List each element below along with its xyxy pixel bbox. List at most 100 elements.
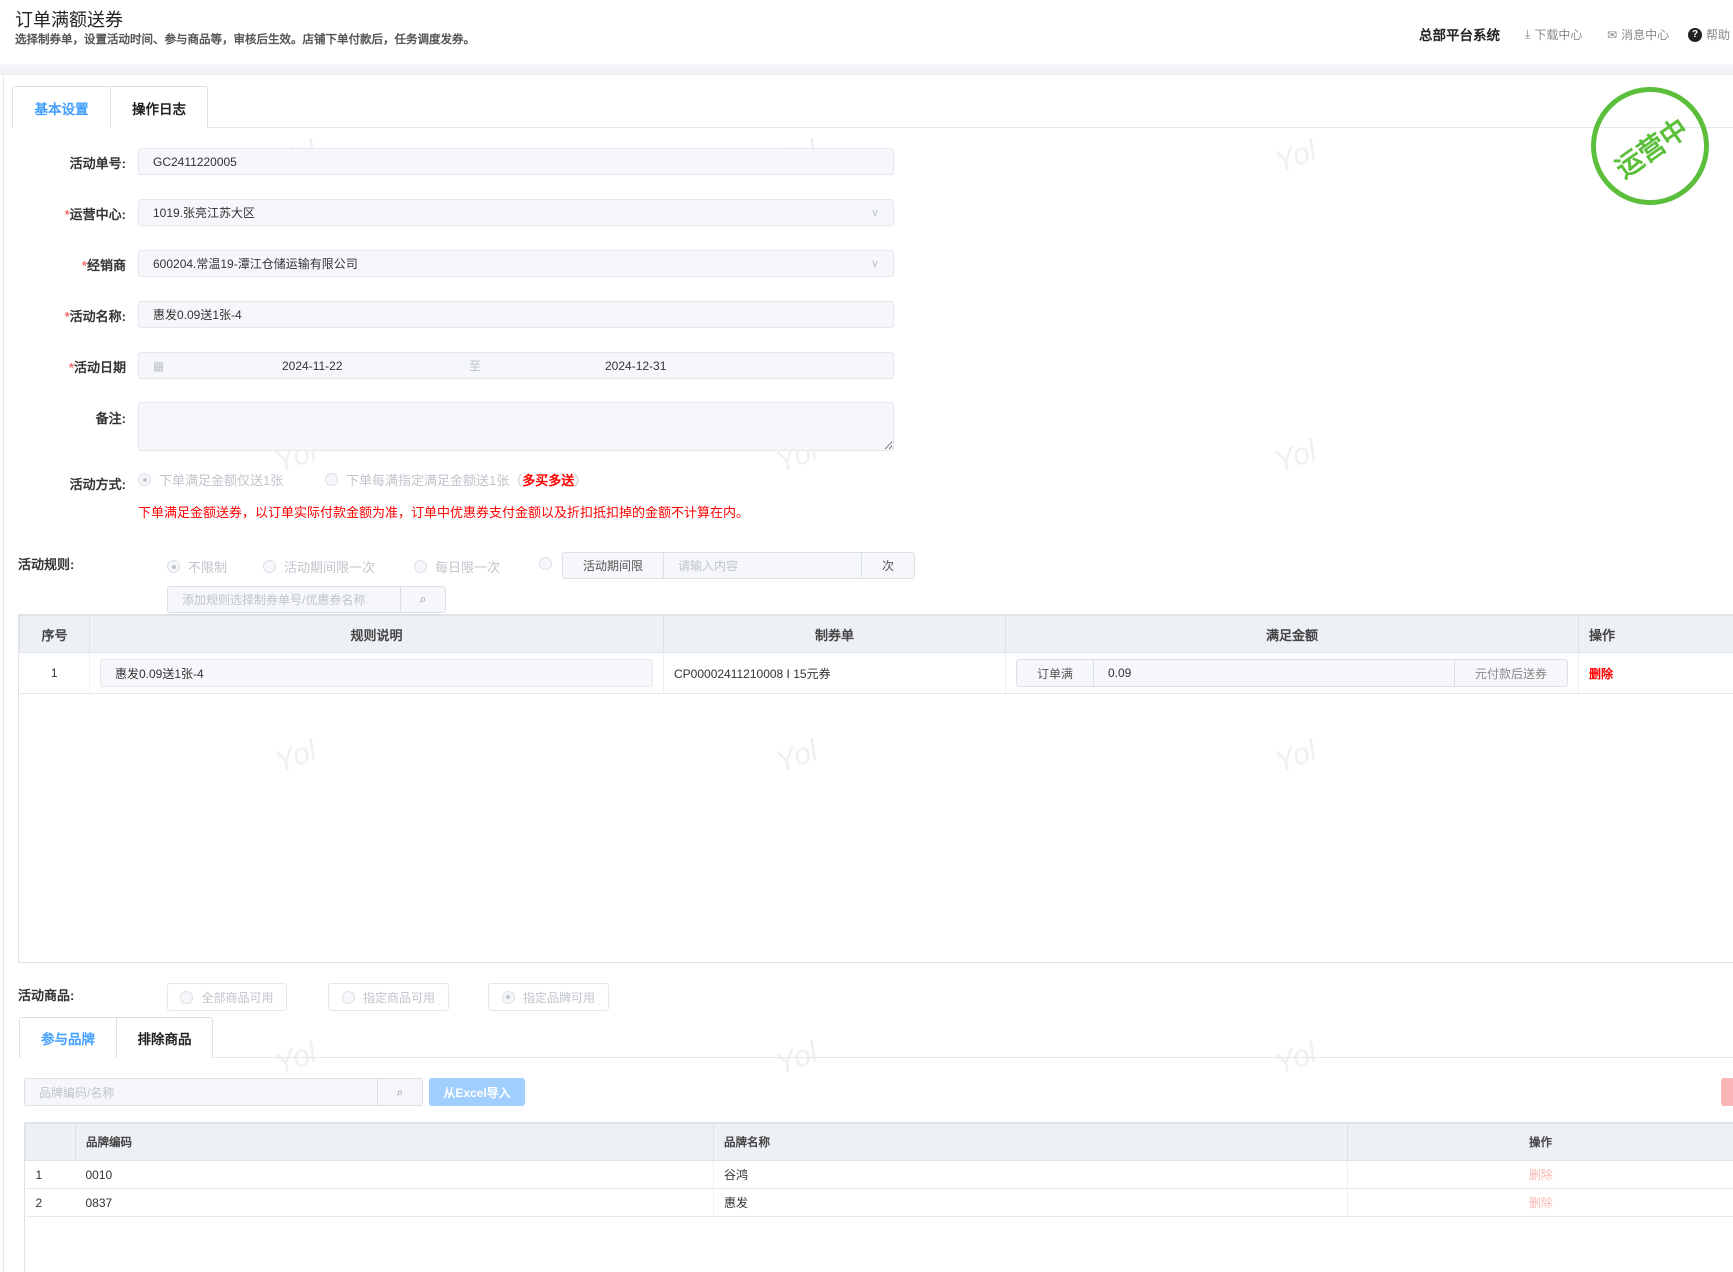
delete-rule-link[interactable]: 删除 (1578, 652, 1733, 694)
system-name: 总部平台系统 (1419, 28, 1500, 43)
col-header: 品牌名称 (713, 1123, 1348, 1161)
remark-label: 备注: (95, 411, 126, 426)
help-icon: ? (1688, 27, 1702, 42)
brand-code: 0010 (75, 1160, 714, 1189)
header-divider (0, 64, 1733, 75)
goods-label: 活动商品: (18, 988, 75, 1003)
tab-basic-settings[interactable]: 基本设置 (13, 87, 110, 128)
page-title: 订单满额送券 (15, 10, 123, 30)
rule-option-unlimited[interactable]: 不限制 (167, 557, 227, 576)
col-header: 制券单 (663, 615, 1006, 653)
dealer-select[interactable]: 600204.常温19-潭江仓储运输有限公司 ∨ (138, 250, 894, 277)
rule-option-once-daily[interactable]: 每日限一次 (414, 557, 500, 576)
tab-excluded-products[interactable]: 排除商品 (116, 1018, 212, 1058)
rule-limit-group: 活动期间限 请输入内容 次 (562, 552, 915, 579)
amount-suffix: 元付款后送券 (1454, 660, 1567, 686)
mail-icon: ✉ (1607, 27, 1618, 42)
dealer-value: 600204.常温19-潭江仓储运输有限公司 (153, 257, 358, 271)
goods-option-brands[interactable]: 指定品牌可用 (488, 983, 609, 1011)
col-header: 规则说明 (89, 615, 664, 653)
col-header: 满足金额 (1005, 615, 1579, 653)
radio-icon (325, 473, 338, 486)
activity-name-label: *活动名称: (64, 309, 126, 324)
download-center-link[interactable]: ⤓ 下载中心 (1525, 26, 1582, 43)
rule-desc-input[interactable]: 惠发0.09送1张-4 (100, 659, 653, 687)
search-icon: ⌕ (396, 1084, 404, 1099)
date-range-picker[interactable]: ▦ 2024-11-22 至 2024-12-31 (138, 352, 894, 379)
radio-icon (341, 990, 355, 1004)
goods-tab-underline (19, 1057, 1733, 1058)
amount-input[interactable]: 0.09 (1094, 660, 1454, 686)
excel-import-button[interactable]: 从Excel导入 (429, 1078, 525, 1106)
activity-name-value: 惠发0.09送1张-4 (153, 308, 242, 322)
rules-label: 活动规则: (18, 557, 75, 572)
table-row: 1 惠发0.09送1张-4 CP00002411210008 I 15元券 订单… (19, 652, 1733, 694)
radio-icon (414, 560, 427, 573)
date-separator: 至 (469, 359, 482, 373)
status-stamp-text: 运营中 (1609, 112, 1694, 184)
message-center-link[interactable]: ✉ 消息中心 (1607, 26, 1669, 43)
help-link[interactable]: ? 帮助 (1688, 26, 1730, 43)
rule-option-once-period[interactable]: 活动期间限一次 (263, 557, 375, 576)
radio-icon (167, 560, 180, 573)
tab-operation-log[interactable]: 操作日志 (110, 87, 207, 128)
messages-label: 消息中心 (1621, 28, 1670, 42)
mode-option-single[interactable]: 下单满足金额仅送1张 (138, 470, 283, 489)
status-stamp: 运营中 (1591, 87, 1709, 205)
voucher-cell: CP00002411210008 I 15元券 (663, 652, 1006, 694)
row-index: 1 (25, 1160, 76, 1189)
tab-brands[interactable]: 参与品牌 (20, 1018, 116, 1058)
chevron-down-icon: ∨ (870, 258, 879, 270)
order-no-value: GC2411220005 (153, 154, 237, 169)
start-date[interactable]: 2024-11-22 (282, 359, 343, 373)
chevron-down-icon: ∨ (870, 207, 879, 219)
rule-search-input[interactable]: 添加规则选择制券单号/优惠券名称 (168, 587, 400, 612)
search-icon: ⌕ (419, 592, 427, 606)
rule-limit-prefix: 活动期间限 (563, 553, 664, 578)
radio-icon (180, 990, 194, 1004)
row-index: 2 (25, 1188, 76, 1217)
radio-icon (138, 473, 151, 486)
mode-option-multiple[interactable]: 下单每满指定满足金额送1张（多买多送） (325, 470, 587, 489)
end-date[interactable]: 2024-12-31 (605, 359, 666, 373)
activity-date-label: *活动日期 (68, 360, 126, 375)
delete-brand-link[interactable]: 删除 (1347, 1160, 1733, 1189)
rule-search: 添加规则选择制券单号/优惠券名称 ⌕ (167, 586, 446, 613)
rules-table: 序号 规则说明 制券单 满足金额 操作 1 惠发0.09送1张-4 CP0000… (19, 615, 1733, 694)
amount-prefix: 订单满 (1017, 660, 1094, 686)
page-subtitle: 选择制券单，设置活动时间、参与商品等，审核后生效。店铺下单付款后，任务调度发券。 (15, 34, 475, 46)
remark-textarea[interactable] (138, 402, 894, 451)
center-value: 1019.张亮江苏大区 (153, 206, 256, 220)
search-button[interactable]: ⌕ (400, 587, 445, 612)
rule-limit-input[interactable]: 请输入内容 (664, 553, 861, 578)
search-button[interactable]: ⌕ (377, 1079, 422, 1105)
col-header: 序号 (19, 615, 90, 653)
brand-name: 谷鸿 (713, 1160, 1348, 1189)
mode-note: 下单满足金额送券，以订单实际付款金额为准，订单中优惠券支付金额以及折扣抵扣掉的金… (138, 505, 750, 520)
amount-group: 订单满 0.09 元付款后送券 (1016, 659, 1568, 687)
table-row: 2 0837 惠发 删除 (25, 1188, 1733, 1217)
brand-search-input[interactable]: 品牌编码/名称 (25, 1079, 377, 1105)
center-label: *运营中心: (64, 207, 126, 222)
order-no-field[interactable]: GC2411220005 (138, 148, 894, 175)
radio-icon (501, 990, 515, 1004)
rules-table-wrap: 序号 规则说明 制券单 满足金额 操作 1 惠发0.09送1张-4 CP0000… (18, 614, 1733, 963)
radio-icon (539, 557, 552, 570)
help-label: 帮助 (1706, 28, 1731, 42)
col-header: 操作 (1578, 615, 1733, 653)
rule-limit-suffix: 次 (861, 553, 914, 578)
table-row: 1 0010 谷鸿 删除 (25, 1160, 1733, 1189)
calendar-icon: ▦ (153, 358, 165, 373)
goods-option-all[interactable]: 全部商品可用 (167, 983, 287, 1011)
brand-table-wrap: 品牌编码 品牌名称 操作 1 0010 谷鸿 删除 2 0837 惠发 删除 (24, 1122, 1733, 1272)
goods-option-products[interactable]: 指定商品可用 (328, 983, 449, 1011)
center-select[interactable]: 1019.张亮江苏大区 ∨ (138, 199, 894, 226)
download-icon: ⤓ (1525, 27, 1531, 41)
activity-name-field[interactable]: 惠发0.09送1张-4 (138, 301, 894, 328)
order-no-label: 活动单号: (69, 156, 126, 171)
rule-option-custom[interactable] (539, 557, 552, 570)
delete-brand-link[interactable]: 删除 (1347, 1188, 1733, 1217)
main-tabs: 基本设置 操作日志 (12, 86, 208, 128)
batch-delete-button[interactable] (1721, 1078, 1733, 1106)
brand-table: 品牌编码 品牌名称 操作 1 0010 谷鸿 删除 2 0837 惠发 删除 (25, 1123, 1733, 1217)
